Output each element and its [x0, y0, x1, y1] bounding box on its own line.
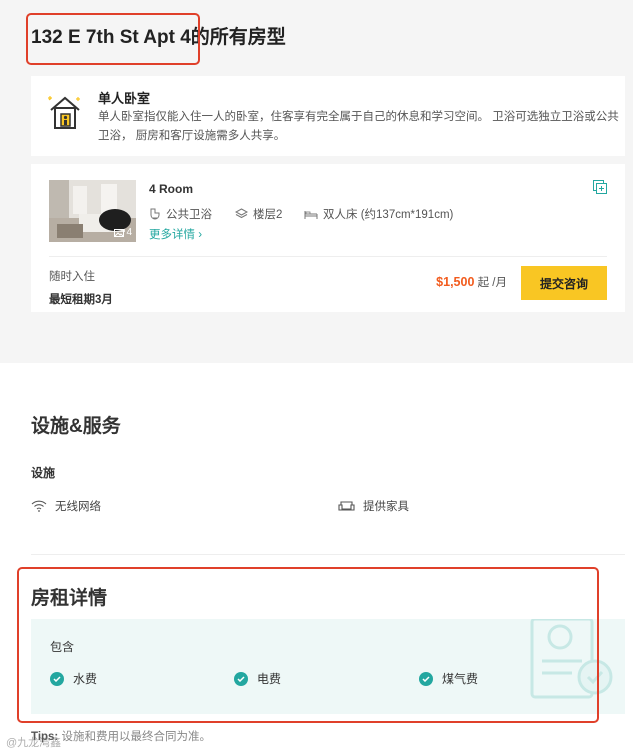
feature-bed-label: 双人床 (约137cm*191cm) — [323, 209, 454, 221]
price-suffix: 起 /月 — [474, 277, 507, 289]
wifi-icon — [31, 500, 47, 512]
more-details-link[interactable]: 更多详情 › — [149, 226, 202, 242]
facility-furniture-label: 提供家具 — [363, 501, 409, 513]
image-icon — [114, 228, 125, 237]
bed-icon — [304, 210, 318, 219]
price-amount: $1,500 — [436, 275, 475, 289]
section-divider — [31, 554, 625, 555]
room-name: 4 Room — [149, 182, 194, 196]
facility-wifi: 无线网络 — [31, 498, 101, 514]
feature-floor-label: 楼层2 — [253, 209, 283, 221]
sofa-icon — [338, 501, 355, 511]
price: $1,500 起 /月 — [436, 274, 507, 290]
feature-floor: 楼层2 — [235, 206, 282, 222]
photo-count-value: 4 — [126, 227, 132, 238]
compare-icon[interactable] — [593, 180, 607, 194]
facilities-title: 设施&服务 — [31, 416, 121, 437]
watermark: @九龙湾鑫 — [6, 737, 62, 749]
feature-bathroom-label: 公共卫浴 — [166, 209, 212, 221]
toilet-icon — [150, 208, 160, 220]
availability-text: 随时入住 — [49, 271, 95, 283]
facility-wifi-label: 无线网络 — [55, 501, 101, 513]
facility-furniture: 提供家具 — [338, 498, 409, 514]
room-type-description: 单人卧室指仅能入住一人的卧室，住客享有完全属于自己的休息和学习空间。 卫浴可选独… — [98, 111, 619, 142]
tips-body: 设施和费用以最终合同为准。 — [58, 731, 211, 743]
feature-bathroom: 公共卫浴 — [149, 206, 212, 222]
submit-inquiry-button[interactable]: 提交咨询 — [521, 266, 607, 300]
min-term-text: 最短租期3月 — [49, 294, 113, 306]
highlight-box-rent — [17, 567, 599, 723]
card-divider — [49, 256, 607, 257]
room-type-name: 单人卧室 — [98, 91, 151, 106]
room-type-card: 单人卧室 单人卧室指仅能入住一人的卧室，住客享有完全属于自己的休息和学习空间。 … — [31, 76, 625, 156]
room-card: 4 4 Room 公共卫浴 楼层2 双人床 (约137cm*191cm) 更多详… — [31, 164, 625, 312]
house-with-person-icon — [48, 96, 80, 129]
layers-icon — [235, 208, 248, 219]
facilities-subtitle: 设施 — [31, 466, 56, 480]
feature-bed: 双人床 (约137cm*191cm) — [304, 206, 453, 222]
room-photo[interactable]: 4 — [49, 180, 136, 242]
room-types-section: 132 E 7th St Apt 4的所有房型 单人卧室 单人卧室指仅能入住一人… — [0, 0, 633, 363]
photo-count: 4 — [114, 227, 132, 238]
highlight-box-title — [26, 13, 200, 65]
